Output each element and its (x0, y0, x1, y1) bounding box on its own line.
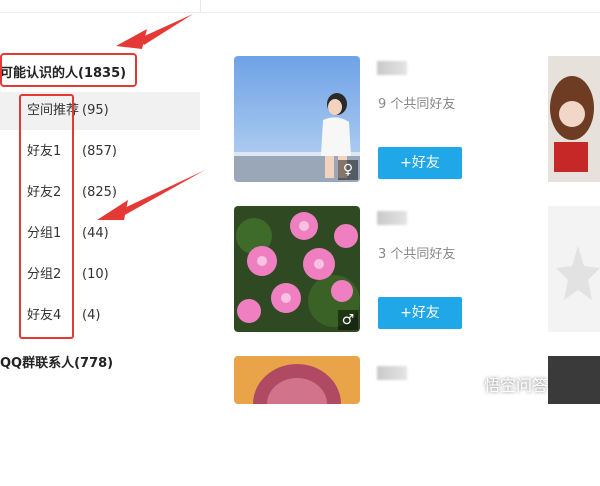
watermark-text: 悟空问答 (484, 376, 549, 395)
recommend-friends-panel: 可能认识的人(1835) 空间推荐 (95) 好友1 (857) 好友2 (82… (0, 0, 600, 404)
annotation-arrows (97, 14, 205, 220)
watermark-logo-icon (460, 374, 480, 395)
watermark: 悟空问答 (460, 372, 548, 398)
